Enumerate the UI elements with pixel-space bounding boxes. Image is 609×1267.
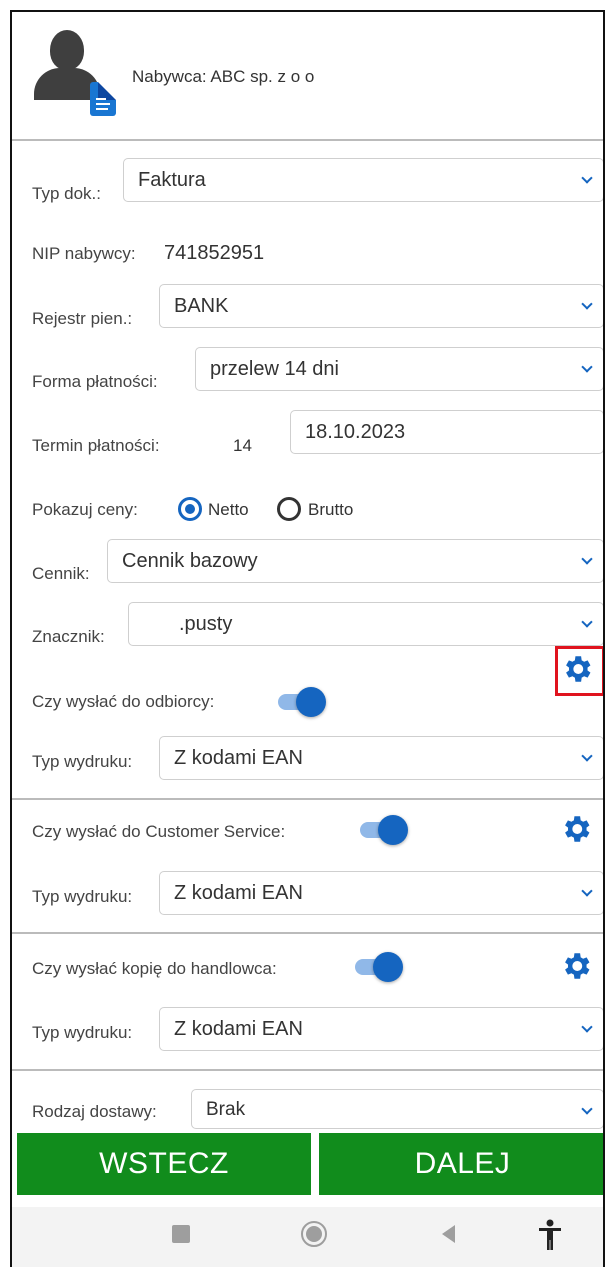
payment-form-select[interactable]: przelew 14 dni: [195, 347, 603, 391]
delivery-type-label: Rodzaj dostawy:: [32, 1102, 157, 1121]
marker-value: .pusty: [179, 613, 233, 635]
chevron-down-icon: [581, 298, 593, 310]
chevron-down-icon: [581, 553, 593, 565]
app-screen: Nabywca: ABC sp. z o o Typ dok.: Faktura…: [10, 10, 605, 1267]
payment-form-label: Forma płatności:: [32, 372, 158, 391]
radio-netto-label: Netto: [208, 500, 249, 519]
payment-form-value: przelew 14 dni: [210, 358, 339, 380]
radio-brutto[interactable]: [277, 497, 301, 521]
marker-select[interactable]: .pusty: [128, 602, 603, 646]
payment-term-days: 14: [233, 436, 252, 455]
back-button[interactable]: WSTECZ: [17, 1133, 311, 1195]
section-divider: [12, 932, 603, 934]
register-value: BANK: [174, 295, 229, 317]
send-customer-service-toggle[interactable]: [358, 815, 408, 845]
next-button[interactable]: DALEJ: [319, 1133, 603, 1195]
chevron-down-icon: [581, 750, 593, 762]
document-icon[interactable]: [90, 82, 116, 116]
price-list-label: Cennik:: [32, 564, 90, 583]
register-select[interactable]: BANK: [159, 284, 603, 328]
send-recipient-label: Czy wysłać do odbiorcy:: [32, 692, 215, 711]
doc-type-select[interactable]: Faktura: [123, 158, 603, 202]
doc-type-value: Faktura: [138, 169, 206, 191]
nip-label: NIP nabywcy:: [32, 244, 136, 263]
chevron-down-icon: [581, 172, 593, 184]
print-type-select[interactable]: Z kodami EAN: [159, 871, 603, 915]
send-customer-service-label: Czy wysłać do Customer Service:: [32, 822, 286, 841]
chevron-down-icon: [581, 1021, 593, 1033]
print-type-select[interactable]: Z kodami EAN: [159, 1007, 603, 1051]
price-list-value: Cennik bazowy: [122, 550, 258, 572]
payment-date-value: 18.10.2023: [305, 421, 406, 443]
show-prices-label: Pokazuj ceny:: [32, 500, 138, 519]
marker-label: Znacznik:: [32, 627, 105, 646]
send-salesman-toggle[interactable]: [353, 952, 403, 982]
delivery-type-select[interactable]: Brak: [191, 1089, 603, 1129]
settings-gear-icon[interactable]: [560, 652, 594, 686]
chevron-down-icon: [581, 885, 593, 897]
payment-date-field[interactable]: 18.10.2023: [290, 410, 603, 454]
home-icon[interactable]: [301, 1221, 327, 1247]
doc-type-label: Typ dok.:: [32, 184, 101, 203]
send-salesman-label: Czy wysłać kopię do handlowca:: [32, 959, 277, 978]
print-type-value: Z kodami EAN: [174, 747, 303, 769]
price-list-select[interactable]: Cennik bazowy: [107, 539, 603, 583]
print-type-value: Z kodami EAN: [174, 882, 303, 904]
buyer-name: Nabywca: ABC sp. z o o: [132, 67, 315, 86]
back-arrow-icon[interactable]: [442, 1225, 455, 1243]
chevron-down-icon: [581, 1103, 593, 1115]
radio-netto[interactable]: [178, 497, 202, 521]
section-divider: [12, 1069, 603, 1071]
send-recipient-toggle[interactable]: [276, 687, 326, 717]
recent-apps-icon[interactable]: [172, 1225, 190, 1243]
nip-value: 741852951: [164, 242, 265, 264]
print-type-value: Z kodami EAN: [174, 1018, 303, 1040]
buyer-header: Nabywca: ABC sp. z o o: [12, 12, 603, 141]
radio-brutto-label: Brutto: [308, 500, 354, 519]
system-navigation-bar: [12, 1207, 603, 1267]
settings-gear-icon[interactable]: [559, 812, 593, 846]
print-type-select[interactable]: Z kodami EAN: [159, 736, 603, 780]
print-type-label: Typ wydruku:: [32, 1023, 133, 1042]
section-divider: [12, 798, 603, 800]
chevron-down-icon: [581, 616, 593, 628]
chevron-down-icon: [581, 361, 593, 373]
register-label: Rejestr pien.:: [32, 309, 133, 328]
accessibility-icon[interactable]: [537, 1219, 563, 1251]
print-type-label: Typ wydruku:: [32, 887, 133, 906]
payment-term-label: Termin płatności:: [32, 436, 160, 455]
settings-gear-icon[interactable]: [559, 949, 593, 983]
delivery-type-value: Brak: [206, 1099, 246, 1120]
print-type-label: Typ wydruku:: [32, 752, 133, 771]
